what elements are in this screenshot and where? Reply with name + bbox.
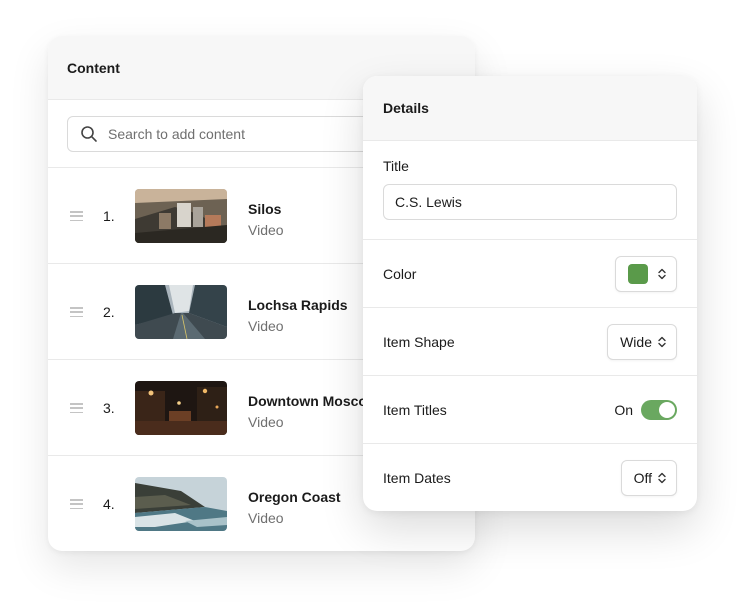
item-type: Video [248,414,284,430]
item-dates-select[interactable]: Off [620,460,677,496]
item-shape-value: Wide [620,333,652,350]
item-dates-value: Off [633,470,652,486]
item-title: Silos [248,201,282,217]
item-titles-label: Item Titles [383,401,447,418]
content-panel-title: Content [67,59,120,76]
video-thumbnail[interactable] [135,381,227,435]
title-label: Title [383,158,409,174]
toggle-knob [659,401,675,418]
item-number: 3. [103,400,115,416]
item-type: Video [248,318,284,334]
item-type: Video [248,222,284,238]
item-dates-row: Item Dates Off [363,444,697,511]
details-panel: Details Title Color Item Shape Wide Item… [363,76,697,511]
item-title: Oregon Coast [248,489,341,505]
color-picker[interactable] [615,255,677,292]
drag-handle-icon[interactable] [70,499,83,509]
color-swatch [628,263,648,284]
item-number: 2. [103,304,115,320]
details-panel-title: Details [383,100,429,116]
item-number: 1. [103,208,115,224]
title-section: Title [363,141,697,240]
item-titles-state: On [614,401,633,418]
item-type: Video [248,510,284,526]
item-shape-select[interactable]: Wide [607,323,677,360]
video-thumbnail[interactable] [135,189,227,243]
color-label: Color [383,265,417,282]
title-field[interactable] [383,184,677,220]
color-row: Color [363,240,697,308]
drag-handle-icon[interactable] [70,211,83,221]
chevron-up-down-icon [658,268,666,279]
item-shape-label: Item Shape [383,333,455,350]
item-dates-label: Item Dates [383,470,451,486]
item-title: Downtown Moscow [248,393,378,409]
drag-handle-icon[interactable] [70,307,83,317]
chevron-up-down-icon [658,472,666,484]
video-thumbnail[interactable] [135,285,227,339]
chevron-up-down-icon [658,336,666,347]
search-icon [81,126,97,142]
drag-handle-icon[interactable] [70,403,83,413]
item-titles-row: Item Titles On [363,376,697,444]
item-titles-toggle-wrap: On [614,399,677,420]
video-thumbnail[interactable] [135,477,227,531]
details-panel-header: Details [363,76,697,141]
item-number: 4. [103,496,115,512]
item-title: Lochsa Rapids [248,297,348,313]
item-shape-row: Item Shape Wide [363,308,697,376]
item-titles-toggle[interactable] [641,399,677,420]
